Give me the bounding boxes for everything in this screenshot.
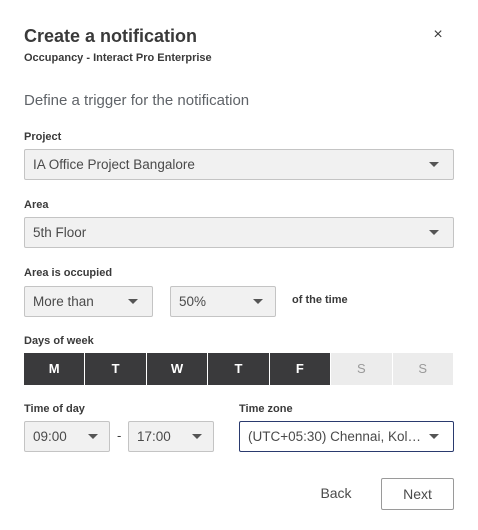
start-time-select[interactable]: 09:00 [24, 421, 110, 452]
start-time-value: 09:00 [33, 429, 67, 444]
area-select-value: 5th Floor [33, 225, 87, 240]
chevron-down-icon [192, 434, 202, 439]
time-separator: - [117, 428, 122, 443]
day-friday[interactable]: F [269, 353, 332, 385]
project-select[interactable]: IA Office Project Bangalore [24, 149, 454, 180]
day-thursday[interactable]: T [208, 353, 270, 385]
area-select[interactable]: 5th Floor [24, 217, 454, 248]
comparison-select[interactable]: More than [24, 286, 153, 317]
day-tuesday[interactable]: T [85, 353, 147, 385]
occupied-suffix: of the time [292, 294, 348, 306]
chevron-down-icon [253, 299, 263, 304]
project-label: Project [24, 131, 62, 143]
percentage-select[interactable]: 50% [170, 286, 276, 317]
chevron-down-icon [429, 434, 439, 439]
percentage-select-value: 50% [179, 294, 207, 309]
dialog-title: Create a notification [24, 26, 198, 46]
area-label: Area [24, 199, 49, 211]
chevron-down-icon [88, 434, 98, 439]
dialog-subtitle: Occupancy - Interact Pro Enterprise [24, 52, 212, 64]
close-icon[interactable]: × [428, 24, 448, 46]
time-of-day-label: Time of day [24, 403, 85, 415]
days-of-week-toggle: M T W T F S S [24, 353, 454, 385]
next-button[interactable]: Next [381, 478, 454, 510]
create-notification-dialog: Create a notification Occupancy - Intera… [0, 0, 478, 530]
chevron-down-icon [429, 230, 439, 235]
day-monday[interactable]: M [24, 353, 86, 385]
project-select-value: IA Office Project Bangalore [33, 157, 195, 172]
section-heading: Define a trigger for the notification [24, 92, 250, 109]
time-zone-value: (UTC+05:30) Chennai, Kolkata, Mumbai, Ne… [248, 429, 423, 444]
day-wednesday[interactable]: W [146, 353, 209, 385]
end-time-value: 17:00 [137, 429, 171, 444]
time-zone-select[interactable]: (UTC+05:30) Chennai, Kolkata, Mumbai, Ne… [239, 421, 454, 452]
comparison-select-value: More than [33, 294, 94, 309]
end-time-select[interactable]: 17:00 [128, 421, 214, 452]
day-saturday[interactable]: S [331, 353, 393, 385]
days-label: Days of week [24, 335, 94, 347]
day-sunday[interactable]: S [392, 353, 454, 385]
chevron-down-icon [128, 299, 138, 304]
back-button[interactable]: Back [310, 481, 362, 505]
occupied-label: Area is occupied [24, 267, 113, 279]
time-zone-label: Time zone [239, 403, 293, 415]
chevron-down-icon [429, 162, 439, 167]
